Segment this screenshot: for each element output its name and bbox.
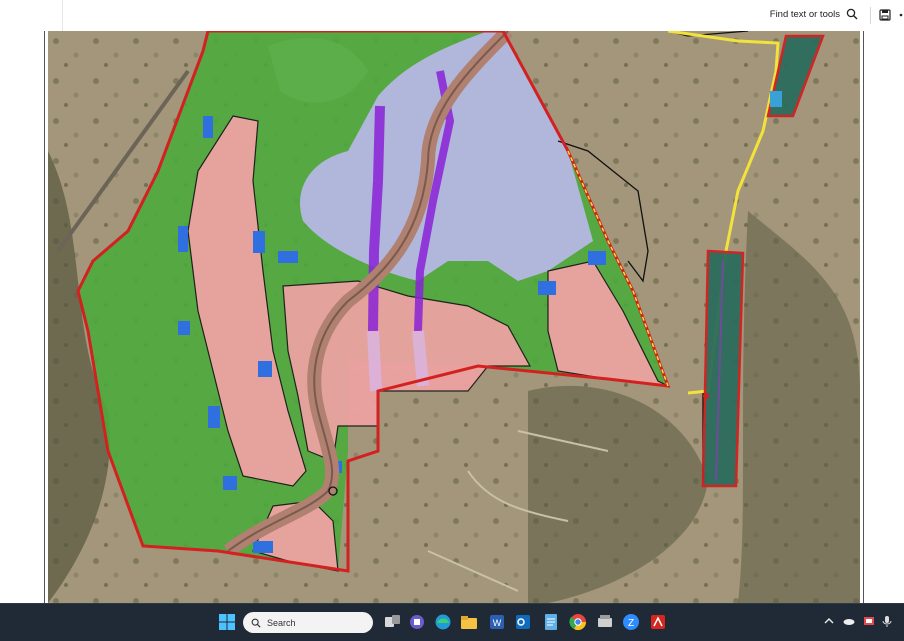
acrobat-icon[interactable]: [647, 611, 669, 633]
document-viewer[interactable]: [0, 31, 904, 603]
svg-text:Z: Z: [628, 618, 634, 629]
search-icon: [251, 618, 261, 628]
toolbar-divider: [62, 0, 63, 31]
chevron-up-icon[interactable]: [822, 614, 836, 628]
notepad-icon[interactable]: [540, 611, 562, 633]
start-icon[interactable]: [216, 611, 238, 633]
find-text-tools-button[interactable]: Find text or tools: [770, 8, 858, 20]
find-label: Find text or tools: [769, 8, 840, 20]
edge-icon[interactable]: [432, 611, 454, 633]
file-explorer-icon[interactable]: [458, 611, 480, 633]
toolbar-separator: [870, 7, 871, 24]
search-icon: [846, 8, 858, 20]
task-view-icon[interactable]: [381, 611, 403, 633]
microphone-icon[interactable]: [880, 614, 894, 628]
water-patch-east: [770, 91, 782, 107]
scanner-icon[interactable]: [594, 611, 616, 633]
teams-icon[interactable]: [406, 611, 428, 633]
windows-taskbar: Search W Z: [0, 603, 904, 641]
chrome-icon[interactable]: [567, 611, 589, 633]
search-placeholder: Search: [267, 617, 296, 628]
app-toolbar: Find text or tools: [0, 0, 904, 32]
more-icon[interactable]: [898, 8, 904, 22]
site-plan-map[interactable]: [48, 31, 860, 603]
save-icon[interactable]: [878, 8, 892, 22]
svg-text:W: W: [493, 618, 502, 628]
taskbar-search-box[interactable]: Search: [243, 612, 373, 633]
app-tray-icon[interactable]: [862, 614, 876, 628]
onedrive-icon[interactable]: [842, 614, 856, 628]
zoom-icon[interactable]: Z: [620, 611, 642, 633]
pdf-page: [44, 31, 864, 603]
survey-marker: [703, 393, 709, 399]
word-icon[interactable]: W: [486, 611, 508, 633]
outlook-icon[interactable]: [512, 611, 534, 633]
